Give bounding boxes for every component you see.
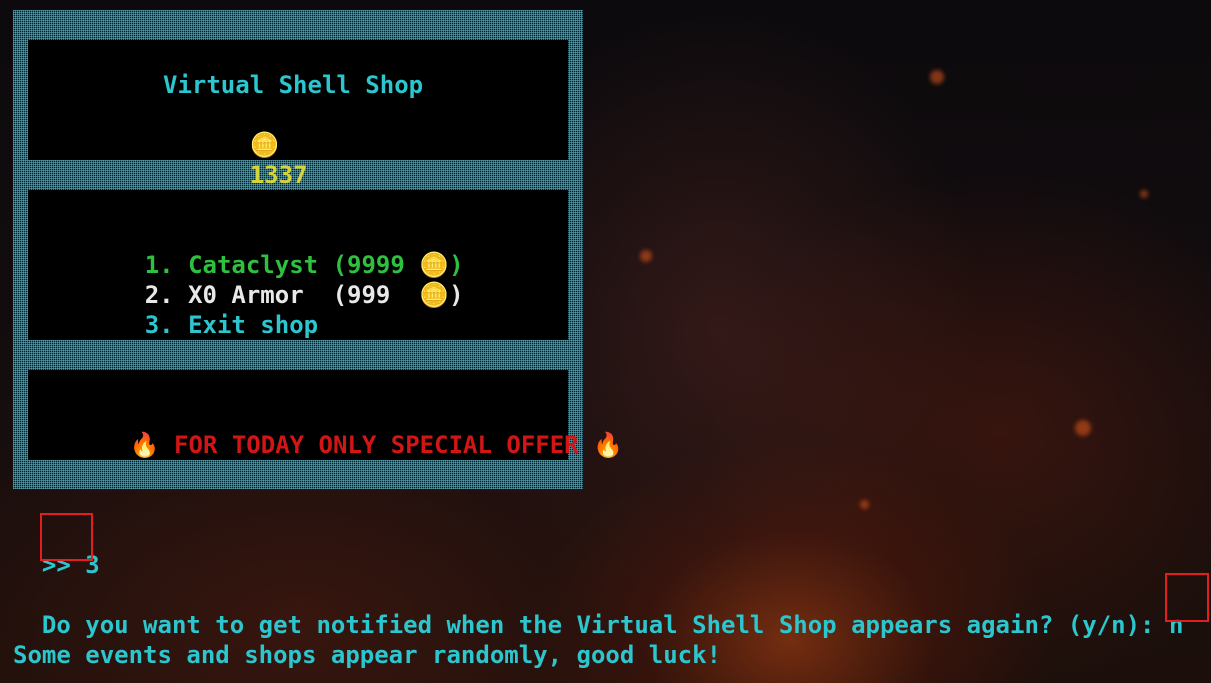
menu-item-exit-shop[interactable]: 3. Exit shop <box>58 280 318 370</box>
shop-frame: Virtual Shell Shop 🪙 1337 1. Cataclyst (… <box>13 10 623 489</box>
balance-value: 1337 <box>249 161 308 189</box>
ember-particle <box>1140 190 1148 198</box>
notification-question-line: Do you want to get notified when the Vir… <box>13 580 1184 640</box>
coin-icon: 🪙 <box>249 131 280 159</box>
menu-item-price: (999 <box>332 281 391 309</box>
shop-header-panel: Virtual Shell Shop 🪙 1337 <box>28 40 568 189</box>
menu-item-name: Exit shop <box>188 311 319 339</box>
shop-title: Virtual Shell Shop <box>163 71 424 99</box>
final-message: Some events and shops appear randomly, g… <box>13 641 722 669</box>
menu-item-number: 3. <box>144 311 174 339</box>
input-highlight-box <box>40 513 93 561</box>
notification-question: Do you want to get notified when the Vir… <box>41 611 1155 639</box>
shop-menu-panel: 1. Cataclyst (9999 🪙) 2. X0 Armor (999 🪙… <box>28 190 568 340</box>
special-offer-panel: 🔥 FOR TODAY ONLY SPECIAL OFFER 🔥 <box>28 370 623 460</box>
menu-item-price-close: ) <box>449 281 464 309</box>
ember-particle <box>860 500 869 509</box>
coin-icon: 🪙 <box>419 281 450 309</box>
special-offer-banner: 🔥 FOR TODAY ONLY SPECIAL OFFER 🔥 <box>43 400 623 490</box>
fire-icon: 🔥 <box>593 431 623 459</box>
fire-icon: 🔥 <box>129 431 160 459</box>
answer-highlight-box <box>1165 573 1209 622</box>
ember-particle <box>930 70 944 84</box>
special-offer-text: FOR TODAY ONLY SPECIAL OFFER <box>174 431 579 459</box>
ember-particle <box>640 250 652 262</box>
ember-particle <box>1075 420 1091 436</box>
